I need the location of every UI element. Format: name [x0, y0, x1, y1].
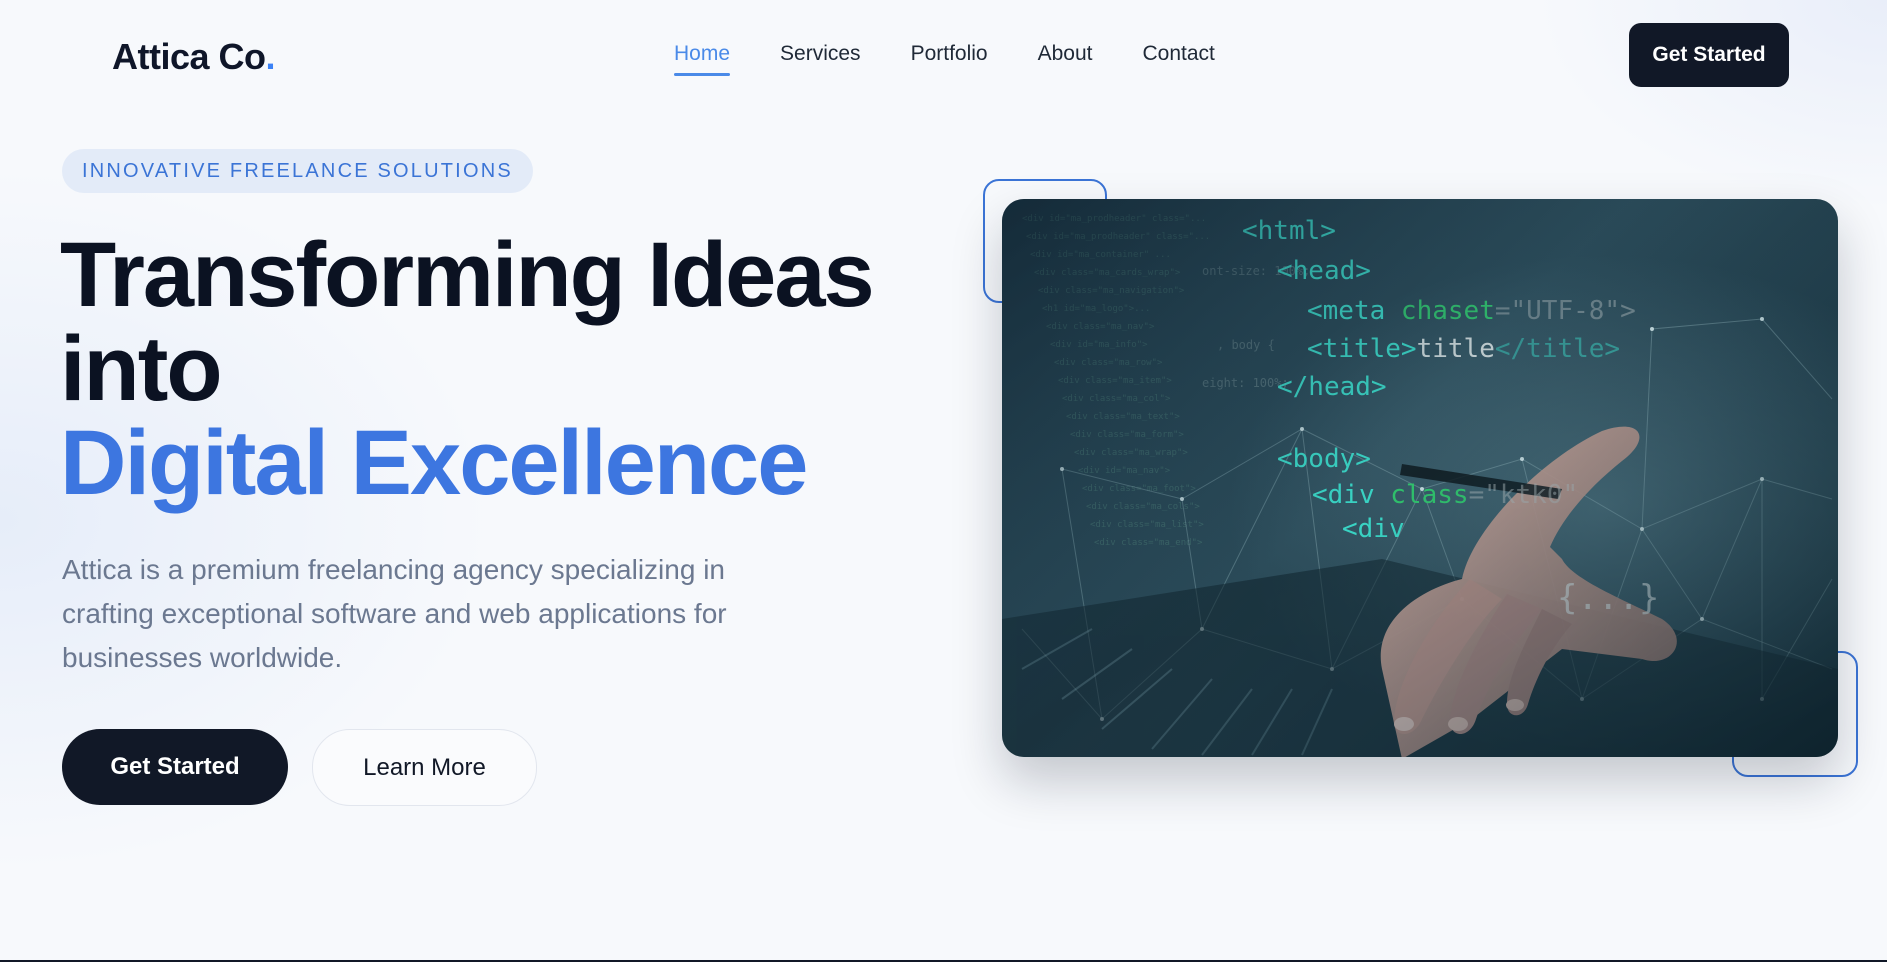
hero-badge: INNOVATIVE FREELANCE SOLUTIONS [62, 149, 533, 193]
headline-line-2: into [60, 318, 223, 420]
nav-link-home[interactable]: Home [674, 42, 731, 76]
brand-logo-dot: . [265, 36, 276, 77]
nav-link-about[interactable]: About [1038, 42, 1093, 76]
landing-page: Attica Co. Home Services Portfolio About… [0, 0, 1887, 962]
brand-logo-text: Attica Co [112, 36, 266, 77]
brand-logo[interactable]: Attica Co. [112, 36, 276, 78]
nav-menu: Home Services Portfolio About Contact [674, 42, 1215, 76]
hero-headline: Transforming Ideas into Digital Excellen… [60, 228, 940, 510]
hero-learn-more-button[interactable]: Learn More [312, 729, 537, 806]
nav-link-contact[interactable]: Contact [1143, 42, 1215, 76]
nav-link-services[interactable]: Services [780, 42, 861, 76]
nav-get-started-button[interactable]: Get Started [1629, 23, 1789, 87]
hero-description: Attica is a premium freelancing agency s… [62, 554, 727, 673]
headline-accent: Digital Excellence [60, 412, 808, 514]
hero-get-started-button[interactable]: Get Started [62, 729, 288, 805]
nav-link-portfolio[interactable]: Portfolio [911, 42, 988, 76]
hero-coding-image: <div id="ma_prodheader" class="... <div … [1002, 199, 1838, 757]
top-navigation: Attica Co. Home Services Portfolio About… [0, 0, 1887, 112]
headline-line-1: Transforming Ideas [60, 224, 875, 326]
